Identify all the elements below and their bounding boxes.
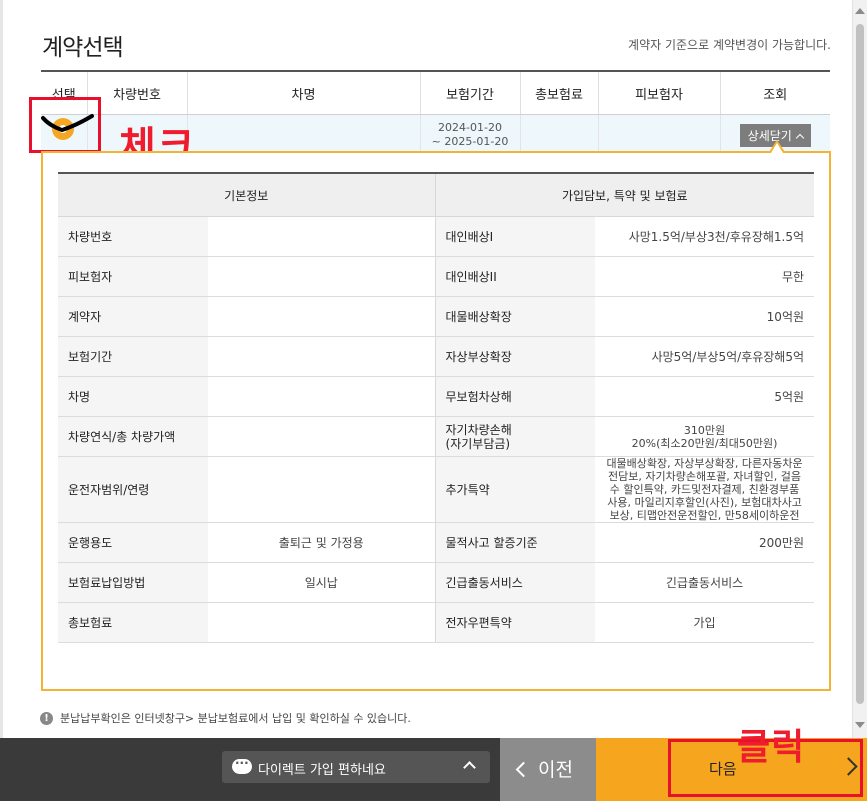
table-row: 피보험자 대인배상II 무한 (58, 256, 815, 297)
col-view: 조회 (719, 70, 830, 115)
coverage-value: 10억원 (595, 296, 815, 337)
coverage-label: 자상부상확장 (435, 336, 596, 377)
notes-list: ! 분납납부확인은 인터넷창구> 분납보험료에서 납입 및 확인하실 수 있습니… (40, 708, 411, 728)
detail-label: 운전자범위/연령 (58, 456, 208, 523)
scroll-up-arrow-icon[interactable] (855, 8, 865, 14)
coverage-value: 사망5억/부상5억/후유장해5억 (595, 336, 815, 377)
coverage-value: 가입 (595, 602, 815, 643)
chevron-up-icon (795, 133, 805, 142)
detail-value (208, 456, 436, 523)
note-item: ! 분납납부확인은 인터넷창구> 분납보험료에서 납입 및 확인하실 수 있습니… (40, 708, 411, 728)
coverage-value: 5억원 (595, 376, 815, 417)
detail-value: 출퇴근 및 가정용 (208, 522, 436, 563)
coverage-label: 대물배상확장 (435, 296, 596, 337)
detail-value (208, 256, 436, 297)
coverage-label: 대인배상II (435, 256, 596, 297)
detail-value: 일시납 (208, 562, 436, 603)
col-period: 보험기간 (419, 70, 520, 115)
detail-value (208, 296, 436, 337)
page-title: 계약선택 (42, 35, 124, 61)
coverage-value: 긴급출동서비스 (595, 562, 815, 603)
panel-pointer-inner (771, 143, 783, 153)
change-notice: 계약자 기준으로 계약변경이 가능합니다. (628, 38, 831, 52)
table-row: 계약자 대물배상확장 10억원 (58, 296, 815, 337)
vertical-scrollbar[interactable] (852, 0, 867, 738)
additional-riders-text: 대물배상확장, 자상부상확장, 다른자동차운전담보, 자기차량손해포괄, 자녀할… (606, 457, 803, 522)
detail-label: 차량연식/총 차량가액 (58, 416, 208, 457)
info-icon: ! (40, 711, 53, 725)
prev-button-label: 이전 (538, 759, 573, 781)
col-insured: 피보험자 (597, 70, 720, 115)
deductible-rate: 20%(최소20만원/최대50만원) (631, 436, 778, 450)
detail-label: 피보험자 (58, 256, 208, 297)
coverage-label: 자기차량손해 (자기부담금) (435, 416, 596, 457)
direct-chat-banner[interactable]: 다이렉트 가입 편하네요 (222, 751, 490, 783)
coverage-label: 긴급출동서비스 (435, 562, 596, 603)
detail-label: 차량번호 (58, 216, 208, 257)
detail-label: 보험기간 (58, 336, 208, 377)
detail-label: 총보험료 (58, 602, 208, 643)
coverage-label: 전자우편특약 (435, 602, 596, 643)
coverage-label: 대인배상I (435, 216, 596, 257)
coverage-value: 사망1.5억/부상3천/후유장해1.5억 (595, 216, 815, 257)
detail-label: 운행용도 (58, 522, 208, 563)
detail-value (208, 216, 436, 257)
contract-detail-table: 기본정보 가입담보, 특약 및 보험료 차량번호 대인배상I 사망1.5억/부상… (58, 172, 815, 643)
note-text: 분납납부확인은 인터넷창구> 분납보험료에서 납입 및 확인하실 수 있습니다. (60, 712, 411, 725)
period-start: 2024-01-20 (438, 121, 502, 134)
col-vehicle-number: 차량번호 (86, 70, 187, 115)
table-row: 운전자범위/연령 추가특약 대물배상확장, 자상부상확장, 다른자동차운전담보,… (58, 456, 815, 523)
detail-label: 계약자 (58, 296, 208, 337)
table-row: 차명 무보험차상해 5억원 (58, 376, 815, 417)
detail-value (208, 336, 436, 377)
insured-cell (597, 114, 720, 156)
deductible-amount: 310만원 (683, 423, 726, 437)
coverage-value: 200만원 (595, 522, 815, 563)
basic-info-header: 기본정보 (58, 172, 436, 217)
detail-label: 보험료납입방법 (58, 562, 208, 603)
period-cell: 2024-01-20 ~ 2025-01-20 (419, 114, 520, 156)
coverage-label: 무보험차상해 (435, 376, 596, 417)
detail-label: 차명 (58, 376, 208, 417)
prev-button[interactable]: 이전 (500, 738, 596, 801)
detail-value (208, 376, 436, 417)
total-premium-cell (519, 114, 598, 156)
table-row: 보험료납입방법 일시납 긴급출동서비스 긴급출동서비스 (58, 562, 815, 603)
chevron-left-icon (515, 761, 532, 778)
table-row: 운행용도 출퇴근 및 가정용 물적사고 할증기준 200만원 (58, 522, 815, 563)
period-end: ~ 2025-01-20 (431, 135, 509, 148)
coverage-value: 310만원 20%(최소20만원/최대50만원) (595, 416, 815, 457)
col-total-premium: 총보험료 (519, 70, 598, 115)
table-row: 총보험료 전자우편특약 가입 (58, 602, 815, 643)
coverage-label: 추가특약 (435, 456, 596, 523)
scroll-thumb[interactable] (856, 24, 864, 704)
detail-table-header: 기본정보 가입담보, 특약 및 보험료 (58, 172, 815, 217)
coverage-label: 물적사고 할증기준 (435, 522, 596, 563)
car-name-cell (186, 114, 420, 156)
chat-bubble-icon (232, 756, 252, 774)
window-left-edge (0, 0, 3, 801)
coverage-value: 대물배상확장, 자상부상확장, 다른자동차운전담보, 자기차량손해포괄, 자녀할… (595, 456, 815, 523)
annotation-select-box (29, 97, 101, 153)
detail-value (208, 602, 436, 643)
scroll-down-arrow-icon[interactable] (855, 722, 865, 728)
annotation-click-label: 클릭 (737, 727, 806, 768)
contract-table-header: 선택 차량번호 차명 보험기간 총보험료 피보험자 조회 (41, 70, 830, 115)
detail-value (208, 416, 436, 457)
col-car-name: 차명 (186, 70, 420, 115)
table-row: 보험기간 자상부상확장 사망5억/부상5억/후유장해5억 (58, 336, 815, 377)
table-row: 차량연식/총 차량가액 자기차량손해 (자기부담금) 310만원 20%(최소2… (58, 416, 815, 457)
coverage-header: 가입담보, 특약 및 보험료 (434, 172, 815, 217)
chevron-up-icon (463, 761, 476, 774)
table-row: 차량번호 대인배상I 사망1.5억/부상3천/후유장해1.5억 (58, 216, 815, 257)
chat-banner-label: 다이렉트 가입 편하네요 (258, 763, 386, 778)
coverage-value: 무한 (595, 256, 815, 297)
